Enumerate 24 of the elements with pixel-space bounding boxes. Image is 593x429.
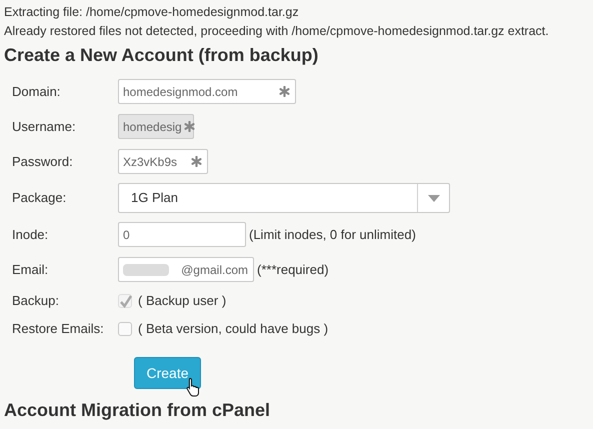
field-label: Password: bbox=[11, 152, 74, 171]
package-select[interactable]: 1G Plan bbox=[118, 183, 450, 213]
text-field[interactable]: Xz3vKb9s bbox=[118, 149, 208, 174]
checkbox-note: ( Beta version, could have bugs ) bbox=[138, 320, 328, 338]
field-note: (***required) bbox=[257, 260, 329, 279]
section-heading: Account Migration from cPanel bbox=[4, 399, 270, 421]
field-label: Inode: bbox=[11, 226, 50, 244]
status-message: Already restored files not detected, proceeding with /home/cpmove-homedesignmod.tar.gz extract. bbox=[4, 23, 550, 40]
text-field[interactable]: homedesignmod.com bbox=[118, 79, 296, 104]
field-label: Username: bbox=[11, 118, 77, 136]
pointer-cursor-icon bbox=[186, 377, 202, 397]
field-label: Restore Emails: bbox=[11, 320, 105, 338]
status-message: Extracting file: /home/cpmove-homedesignmod.tar.gz bbox=[4, 4, 300, 21]
field-note: (Limit inodes, 0 for unlimited) bbox=[249, 226, 416, 244]
text-field[interactable]: @gmail.com bbox=[118, 257, 254, 282]
checkbox[interactable] bbox=[118, 322, 132, 336]
text-field[interactable]: 0 bbox=[118, 222, 246, 247]
caret-icon bbox=[428, 194, 440, 202]
field-label: Package: bbox=[11, 189, 68, 208]
field-label: Domain: bbox=[11, 82, 62, 101]
checkbox-note: ( Backup user ) bbox=[138, 292, 226, 310]
field-label: Email: bbox=[11, 260, 50, 279]
section-heading: Create a New Account (from backup) bbox=[4, 44, 320, 67]
field-label: Backup: bbox=[11, 292, 60, 310]
